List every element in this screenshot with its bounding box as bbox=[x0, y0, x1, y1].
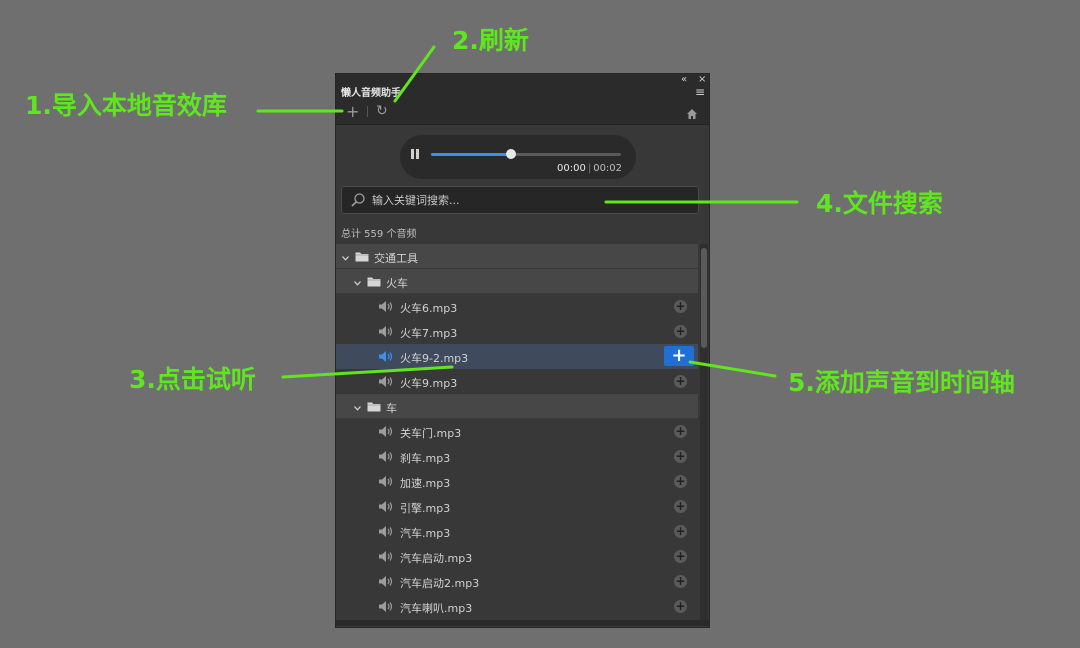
callout-refresh: 2.刷新 bbox=[452, 26, 529, 55]
callout-add-to-timeline: 5.添加声音到时间轴 bbox=[788, 368, 1015, 397]
add-to-timeline-button[interactable]: + bbox=[664, 346, 694, 366]
audio-file-label: 汽车.mp3 bbox=[400, 527, 451, 540]
audio-file-row[interactable]: 火车9.mp3 + bbox=[336, 369, 698, 394]
total-count: 总计 559 个音频 bbox=[341, 229, 417, 240]
current-time: 00:00 bbox=[557, 163, 586, 174]
audio-file-row[interactable]: 汽车.mp3 + bbox=[336, 519, 698, 544]
time-separator: | bbox=[587, 163, 592, 174]
audio-file-row[interactable]: 火车7.mp3 + bbox=[336, 319, 698, 344]
panel-titlebar: 懒人音频助手 « × ≡ bbox=[336, 74, 709, 99]
folder-icon bbox=[367, 401, 381, 412]
audio-file-row[interactable]: 汽车启动.mp3 + bbox=[336, 544, 698, 569]
seek-bar[interactable] bbox=[431, 149, 621, 159]
close-icon[interactable]: × bbox=[698, 75, 706, 85]
chevron-down-icon[interactable] bbox=[342, 252, 349, 261]
duration: 00:02 bbox=[593, 163, 623, 174]
horizontal-scrollbar[interactable] bbox=[336, 620, 709, 626]
audio-file-label: 汽车启动.mp3 bbox=[400, 552, 473, 565]
speaker-icon[interactable] bbox=[378, 350, 394, 363]
audio-file-label: 刹车.mp3 bbox=[400, 452, 451, 465]
speaker-icon[interactable] bbox=[378, 300, 394, 313]
add-to-timeline-button[interactable]: + bbox=[674, 325, 687, 338]
audio-player: 00:00 | 00:02 bbox=[400, 135, 636, 179]
scrollbar-thumb[interactable] bbox=[701, 248, 707, 348]
chevron-down-icon[interactable] bbox=[354, 402, 361, 411]
home-icon[interactable] bbox=[686, 105, 698, 119]
folder-icon bbox=[367, 276, 381, 287]
speaker-icon[interactable] bbox=[378, 500, 394, 513]
audio-assistant-panel: 懒人音频助手 « × ≡ + ↻ 00:00|00:02 总计 559 个音频 … bbox=[335, 73, 710, 628]
panel-toolbar: + ↻ bbox=[336, 98, 709, 125]
add-to-timeline-button[interactable]: + bbox=[674, 450, 687, 463]
speaker-icon[interactable] bbox=[378, 450, 394, 463]
audio-file-row[interactable]: 关车门.mp3 + bbox=[336, 419, 698, 444]
audio-file-label: 火车7.mp3 bbox=[400, 327, 458, 340]
add-to-timeline-button[interactable]: + bbox=[674, 525, 687, 538]
seek-bar-handle[interactable] bbox=[505, 149, 516, 159]
audio-file-row[interactable]: 火车9-2.mp3 + bbox=[336, 344, 698, 369]
panel-title: 懒人音频助手 bbox=[341, 88, 401, 99]
speaker-icon[interactable] bbox=[378, 550, 394, 563]
audio-file-label: 加速.mp3 bbox=[400, 477, 451, 490]
add-to-timeline-button[interactable]: + bbox=[674, 475, 687, 488]
folder-label: 火车 bbox=[386, 277, 408, 290]
audio-file-label: 汽车启动2.mp3 bbox=[400, 577, 480, 590]
audio-file-label: 火车9.mp3 bbox=[400, 377, 458, 390]
folder-row[interactable]: 火车 bbox=[336, 269, 698, 294]
add-to-timeline-button[interactable]: + bbox=[674, 300, 687, 313]
pause-button[interactable] bbox=[410, 149, 422, 163]
speaker-icon[interactable] bbox=[378, 475, 394, 488]
speaker-icon[interactable] bbox=[378, 575, 394, 588]
audio-tree: 交通工具火车火车6.mp3 + 火车7.mp3 + 火车9-2.mp3 + 火车9.mp3 +… bbox=[336, 244, 698, 626]
audio-file-row[interactable]: 火车6.mp3 + bbox=[336, 294, 698, 319]
refresh-icon[interactable]: ↻ bbox=[376, 104, 388, 119]
audio-file-row[interactable]: 加速.mp3 + bbox=[336, 469, 698, 494]
add-to-timeline-button[interactable]: + bbox=[674, 575, 687, 588]
import-add-icon[interactable]: + bbox=[346, 104, 359, 120]
callout-import-local: 1.导入本地音效库 bbox=[25, 91, 227, 120]
audio-file-label: 火车6.mp3 bbox=[400, 302, 458, 315]
audio-file-row[interactable]: 汽车启动2.mp3 + bbox=[336, 569, 698, 594]
seek-bar-fill bbox=[431, 153, 511, 156]
folder-row[interactable]: 交通工具 bbox=[336, 244, 698, 269]
panel-menu-icon[interactable]: ≡ bbox=[695, 86, 705, 98]
folder-label: 交通工具 bbox=[374, 252, 418, 265]
folder-row[interactable]: 车 bbox=[336, 394, 698, 419]
search-input[interactable] bbox=[372, 191, 682, 209]
add-to-timeline-button[interactable]: + bbox=[674, 550, 687, 563]
callout-click-preview: 3.点击试听 bbox=[129, 365, 256, 394]
audio-file-label: 关车门.mp3 bbox=[400, 427, 462, 440]
speaker-icon[interactable] bbox=[378, 375, 394, 388]
speaker-icon[interactable] bbox=[378, 325, 394, 338]
folder-icon bbox=[355, 251, 369, 262]
audio-file-row[interactable]: 引擎.mp3 + bbox=[336, 494, 698, 519]
add-to-timeline-button[interactable]: + bbox=[674, 375, 687, 388]
audio-file-row[interactable]: 汽车喇叭.mp3 + bbox=[336, 594, 698, 619]
search-box bbox=[341, 186, 699, 214]
audio-file-label: 火车9-2.mp3 bbox=[400, 352, 469, 365]
add-to-timeline-button[interactable]: + bbox=[674, 500, 687, 513]
speaker-icon[interactable] bbox=[378, 425, 394, 438]
chevron-down-icon[interactable] bbox=[354, 277, 361, 286]
scrollbar[interactable] bbox=[700, 244, 708, 626]
collapse-icon[interactable]: « bbox=[681, 75, 687, 85]
callout-file-search: 4.文件搜索 bbox=[816, 189, 943, 218]
folder-label: 车 bbox=[386, 402, 397, 415]
time-display: 00:00 | 00:02 bbox=[557, 163, 622, 174]
audio-file-label: 引擎.mp3 bbox=[400, 502, 451, 515]
search-icon bbox=[351, 193, 365, 207]
add-to-timeline-button[interactable]: + bbox=[674, 425, 687, 438]
speaker-icon[interactable] bbox=[378, 525, 394, 538]
audio-file-row[interactable]: 刹车.mp3 + bbox=[336, 444, 698, 469]
toolbar-divider bbox=[367, 106, 368, 117]
speaker-icon[interactable] bbox=[378, 600, 394, 613]
audio-file-label: 汽车喇叭.mp3 bbox=[400, 602, 473, 615]
add-to-timeline-button[interactable]: + bbox=[674, 600, 687, 613]
